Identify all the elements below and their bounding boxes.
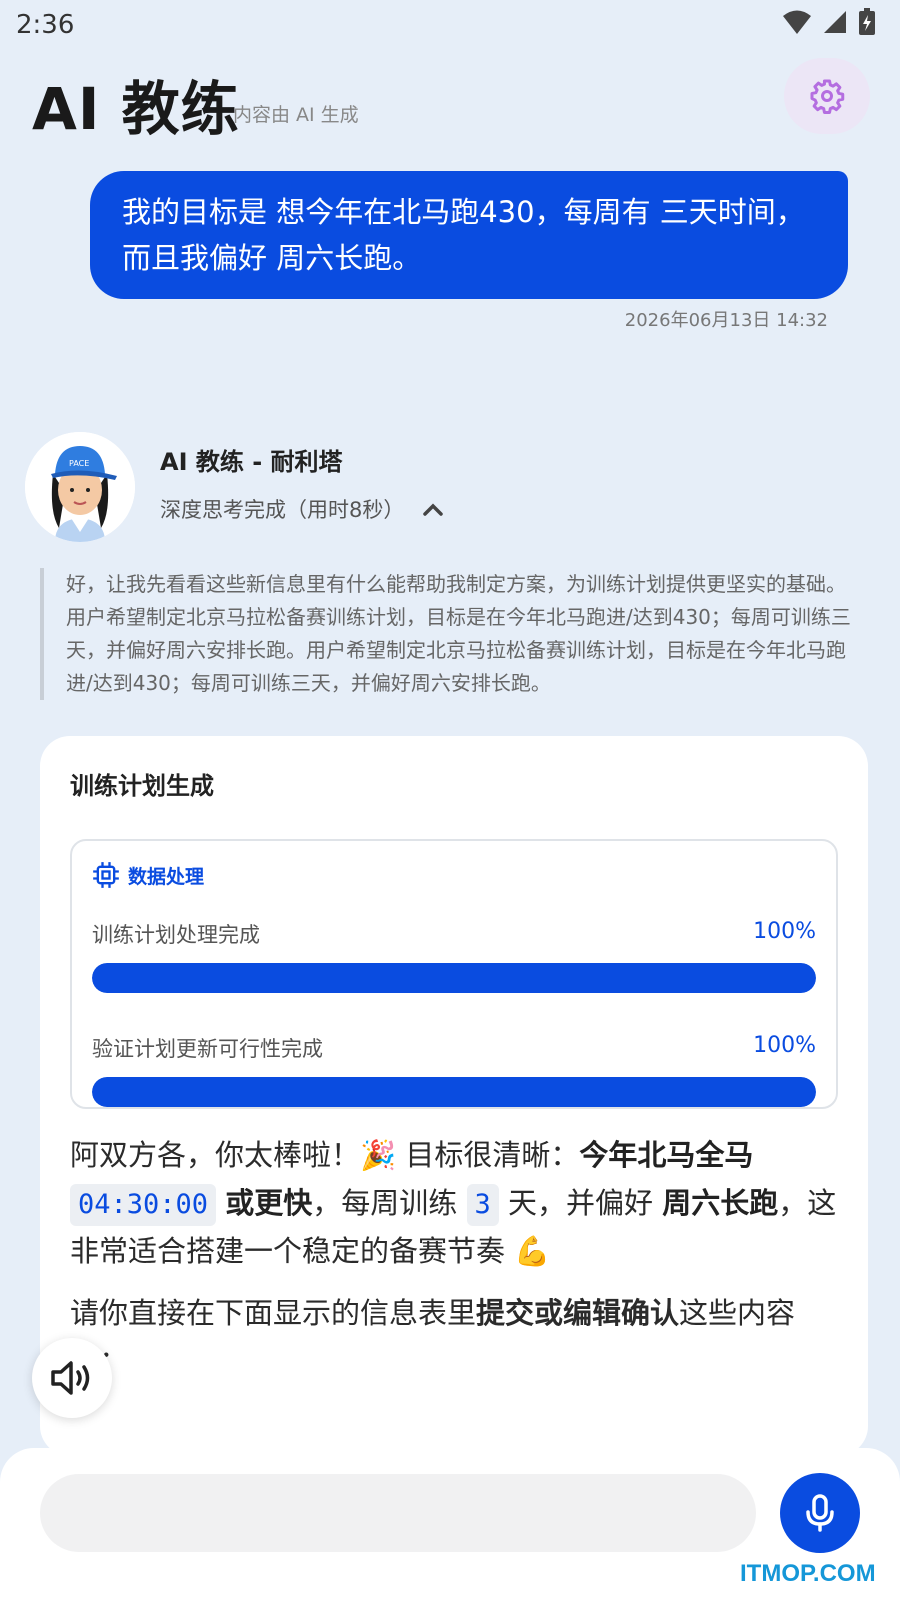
ai-disclaimer: 内容由 AI 生成 xyxy=(233,104,359,126)
thinking-status: 深度思考完成（用时8秒） xyxy=(160,498,405,522)
status-icons xyxy=(782,8,876,36)
coach-avatar: PACE xyxy=(25,432,135,542)
progress-item: 训练计划处理完成 100% xyxy=(92,919,816,993)
gear-icon xyxy=(810,79,845,114)
chip-icon xyxy=(93,862,119,888)
days-code: 3 xyxy=(466,1184,499,1226)
goal-time-code: 04:30:00 xyxy=(70,1184,217,1226)
cellular-icon xyxy=(824,11,846,33)
battery-icon xyxy=(859,8,875,35)
coach-name: AI 教练 - 耐利塔 xyxy=(160,448,343,476)
svg-text:PACE: PACE xyxy=(69,459,89,468)
progress-label: 训练计划处理完成 xyxy=(92,923,260,947)
progress-percent: 100% xyxy=(753,1033,816,1058)
progress-label: 验证计划更新可行性完成 xyxy=(92,1037,323,1061)
settings-button[interactable] xyxy=(784,58,870,134)
microphone-icon xyxy=(806,1494,834,1532)
voice-input-button[interactable] xyxy=(780,1473,860,1553)
wifi-icon xyxy=(783,10,811,34)
watermark: ITMOP.COM xyxy=(740,1560,876,1587)
user-message-bubble: 我的目标是 想今年在北马跑430，每周有 三天时间，而且我偏好 周六长跑。 xyxy=(90,171,848,299)
coach-reply-paragraph: 阿双方各，你太棒啦！🎉 目标很清晰：今年北马全马 04:30:00 或更快，每周训… xyxy=(70,1138,837,1268)
progress-fill xyxy=(92,1077,816,1107)
muscle-emoji: 💪 xyxy=(514,1234,551,1268)
read-aloud-button[interactable] xyxy=(32,1338,112,1418)
thinking-content: 好，让我先看看这些新信息里有什么能帮助我制定方案，为训练计划提供更坚实的基础。用… xyxy=(40,568,860,700)
progress-bar xyxy=(92,963,816,993)
party-emoji: 🎉 xyxy=(360,1138,397,1172)
message-input[interactable] xyxy=(40,1474,756,1552)
message-timestamp: 2026年06月13日 14:32 xyxy=(624,310,828,331)
progress-item: 验证计划更新可行性完成 100% xyxy=(92,1033,816,1107)
page-title: AI 教练 xyxy=(32,75,240,143)
processing-title: 数据处理 xyxy=(128,865,205,888)
speaker-icon xyxy=(51,1361,90,1395)
progress-fill xyxy=(92,963,816,993)
thinking-toggle[interactable]: 深度思考完成（用时8秒） xyxy=(160,494,444,524)
plan-card: 训练计划生成 数据处理 训练计划处理完成 100% 验证计划更新可行性完成 10… xyxy=(40,736,868,1456)
coach-reply-paragraph-2: 请你直接在下面显示的信息表里提交或编辑确认这些内容呀： xyxy=(70,1296,796,1378)
card-title: 训练计划生成 xyxy=(70,772,214,800)
data-processing-panel: 数据处理 训练计划处理完成 100% 验证计划更新可行性完成 100% xyxy=(70,839,838,1109)
status-time: 2:36 xyxy=(16,10,75,40)
processing-header: 数据处理 xyxy=(92,861,816,889)
chevron-up-icon xyxy=(423,503,444,516)
progress-percent: 100% xyxy=(753,919,816,944)
progress-bar xyxy=(92,1077,816,1107)
